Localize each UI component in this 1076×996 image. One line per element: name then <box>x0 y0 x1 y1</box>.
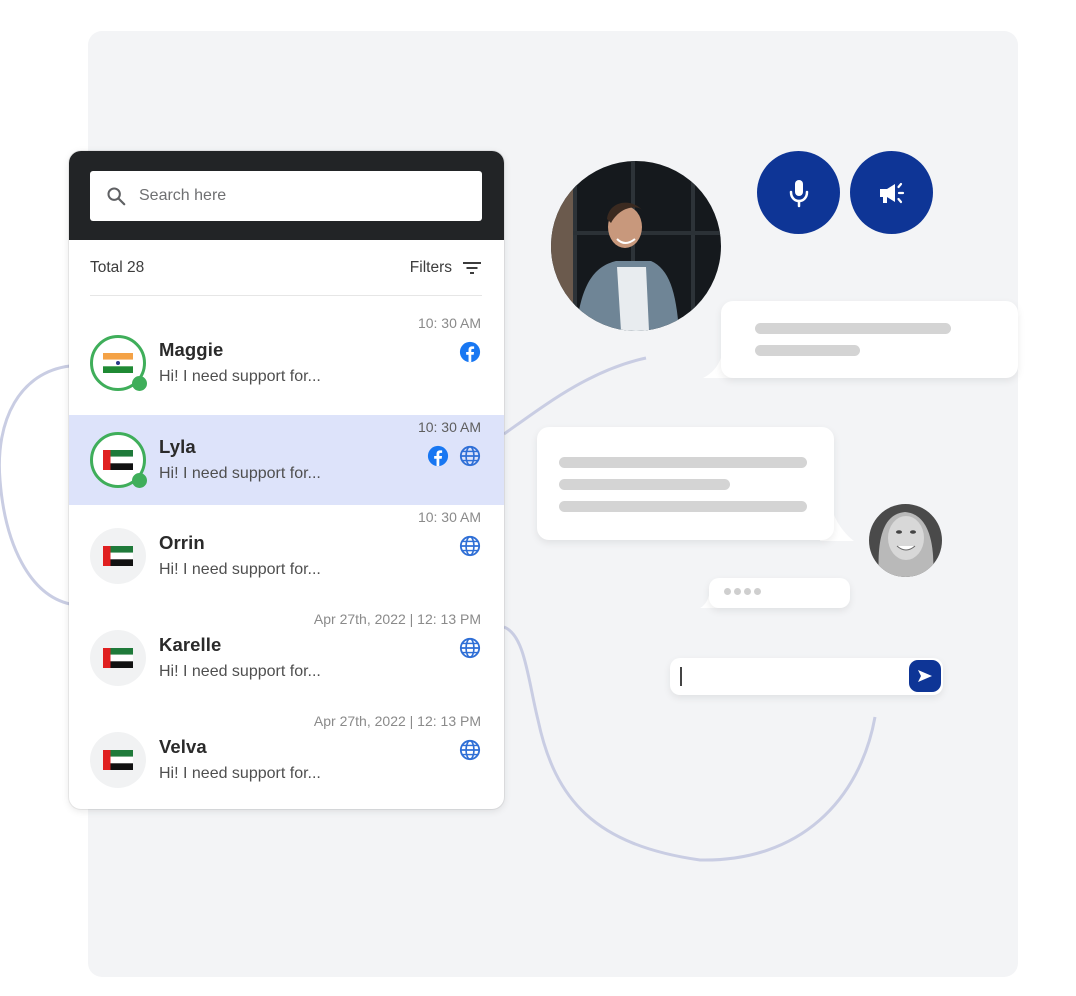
send-button[interactable] <box>909 660 941 692</box>
search-box[interactable] <box>90 171 482 221</box>
uae-flag-icon <box>103 546 133 566</box>
filters-button[interactable]: Filters <box>410 259 482 277</box>
avatar <box>90 732 146 788</box>
contact-row[interactable]: Karelle Hi! I need support for... Apr 27… <box>69 607 504 709</box>
message-input[interactable] <box>678 662 903 691</box>
message-placeholder-line <box>559 457 807 468</box>
contact-row[interactable]: Maggie Hi! I need support for... 10: 30 … <box>69 311 504 415</box>
contact-time: Apr 27th, 2022 | 12: 13 PM <box>313 713 481 729</box>
contact-list: Maggie Hi! I need support for... 10: 30 … <box>69 311 504 809</box>
channel-icons <box>459 341 481 363</box>
globe-icon <box>459 535 481 557</box>
globe-icon <box>459 739 481 761</box>
contact-time: 10: 30 AM <box>417 509 481 525</box>
search-input[interactable] <box>139 171 482 221</box>
online-status-dot <box>132 376 147 391</box>
contact-name: Velva <box>159 736 207 757</box>
avatar <box>90 630 146 686</box>
contact-name: Lyla <box>159 436 196 457</box>
megaphone-icon <box>879 182 904 203</box>
avatar <box>90 335 147 391</box>
contact-time: Apr 27th, 2022 | 12: 13 PM <box>313 611 481 627</box>
message-placeholder-line <box>559 479 730 490</box>
contact-row[interactable]: Orrin Hi! I need support for... 10: 30 A… <box>69 505 504 607</box>
typing-dots <box>724 588 761 595</box>
india-flag-icon <box>103 353 133 373</box>
facebook-icon <box>427 445 449 467</box>
contact-name: Orrin <box>159 532 205 553</box>
channel-icons <box>427 445 481 467</box>
contact-message-preview: Hi! I need support for... <box>159 368 321 385</box>
uae-flag-icon <box>103 450 133 470</box>
contact-message-preview: Hi! I need support for... <box>159 663 321 680</box>
avatar <box>90 432 147 488</box>
summary-row: Total 28 Filters <box>90 240 482 296</box>
channel-icons <box>459 739 481 761</box>
total-count: Total 28 <box>90 258 145 276</box>
text-caret <box>680 667 682 686</box>
filter-icon <box>463 261 481 274</box>
customer-avatar-photo <box>869 504 942 577</box>
typing-dot <box>724 588 731 595</box>
message-compose-box <box>670 658 943 695</box>
message-placeholder-line <box>755 323 951 334</box>
channel-icons <box>459 637 481 659</box>
search-icon <box>107 187 126 206</box>
globe-icon <box>459 637 481 659</box>
filters-label: Filters <box>409 258 452 276</box>
typing-dot <box>754 588 761 595</box>
channel-icons <box>459 535 481 557</box>
facebook-icon <box>459 341 481 363</box>
contact-name: Maggie <box>159 339 224 360</box>
uae-flag-icon <box>103 648 133 668</box>
contact-message-preview: Hi! I need support for... <box>159 465 321 482</box>
contact-row-selected[interactable]: Lyla Hi! I need support for... 10: 30 AM <box>69 415 504 505</box>
message-placeholder-line <box>755 345 860 356</box>
send-icon <box>918 670 932 682</box>
contact-message-preview: Hi! I need support for... <box>159 765 321 782</box>
contact-message-preview: Hi! I need support for... <box>159 561 321 578</box>
message-placeholder-line <box>559 501 807 512</box>
typing-dot <box>734 588 741 595</box>
globe-icon <box>459 445 481 467</box>
microphone-button[interactable] <box>757 151 840 234</box>
typing-indicator <box>709 578 850 608</box>
microphone-icon <box>789 179 808 207</box>
contact-time: 10: 30 AM <box>417 419 481 435</box>
contact-name: Karelle <box>159 634 222 655</box>
typing-dot <box>744 588 751 595</box>
avatar <box>90 528 146 584</box>
contact-row[interactable]: Velva Hi! I need support for... Apr 27th… <box>69 709 504 809</box>
online-status-dot <box>132 473 147 488</box>
connector-left-arc <box>0 364 71 606</box>
agent-message-bubble <box>721 301 1018 378</box>
agent-avatar-photo <box>551 161 721 331</box>
contact-list-panel: Total 28 Filters Maggie <box>69 151 504 809</box>
panel-header <box>69 151 504 240</box>
customer-message-bubble <box>537 427 834 540</box>
uae-flag-icon <box>103 750 133 770</box>
contact-time: 10: 30 AM <box>417 315 481 331</box>
announcement-button[interactable] <box>850 151 933 234</box>
